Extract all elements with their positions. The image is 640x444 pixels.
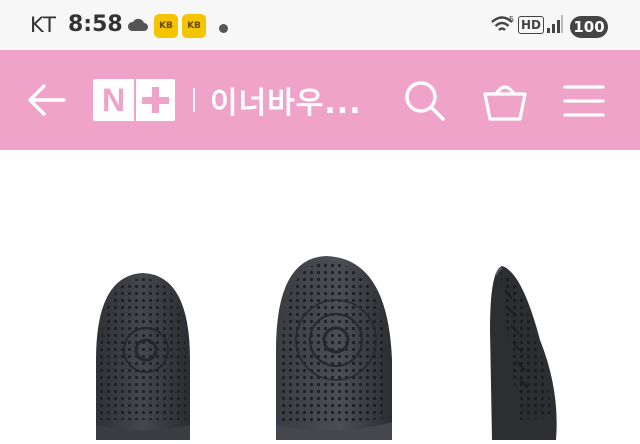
status-bar: KT 8:58 KB KB 5 HD 100 — [0, 0, 640, 50]
logo-letter: N — [101, 82, 126, 118]
back-arrow-icon — [28, 84, 66, 116]
plus-icon — [136, 79, 175, 121]
wifi-icon: 5 — [490, 14, 516, 40]
brush-side-view — [490, 266, 557, 440]
store-title[interactable]: 이너바우... — [210, 78, 362, 122]
search-icon — [405, 81, 445, 121]
battery-indicator: 100 — [570, 16, 608, 38]
svg-text:5: 5 — [509, 15, 514, 24]
brush-front-view — [96, 273, 190, 440]
search-button[interactable] — [400, 76, 450, 126]
header-divider — [193, 88, 195, 112]
app-header: N 이너바우... — [0, 50, 640, 150]
kb-app-notification-icon: KB — [154, 14, 178, 38]
clock: 8:58 — [68, 12, 123, 37]
cleansing-brush-photo — [96, 256, 557, 440]
kb-app-notification-icon: KB — [182, 14, 206, 38]
signal-icon — [546, 14, 564, 38]
nplus-logo[interactable]: N — [93, 79, 175, 121]
shopping-basket-icon — [483, 85, 527, 121]
menu-button[interactable] — [560, 76, 610, 126]
more-notifications-dot — [219, 24, 228, 33]
menu-icon — [563, 85, 605, 117]
cart-button[interactable] — [480, 76, 530, 126]
cloud-icon — [127, 16, 149, 36]
back-button[interactable] — [24, 80, 70, 120]
hd-voice-badge: HD — [518, 16, 545, 34]
product-image[interactable] — [0, 150, 640, 440]
carrier-label: KT — [30, 13, 57, 37]
brush-angled-view — [276, 256, 392, 440]
